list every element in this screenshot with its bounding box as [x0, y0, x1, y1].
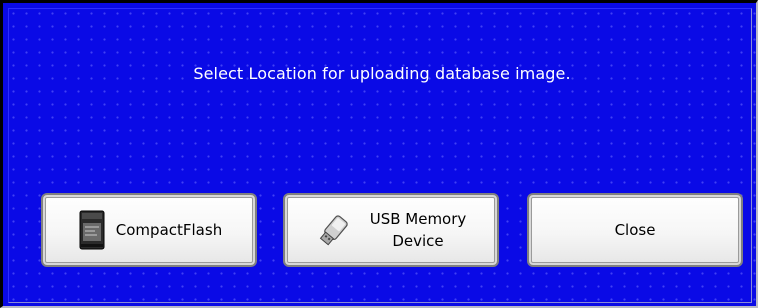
compactflash-button-label: CompactFlash — [115, 221, 223, 239]
compactflash-card-icon — [79, 210, 105, 250]
dialog-message: Select Location for uploading database i… — [193, 64, 571, 83]
usb-memory-device-button[interactable]: USB Memory Device — [283, 193, 499, 267]
compactflash-button[interactable]: CompactFlash — [41, 193, 257, 267]
close-button[interactable]: Close — [527, 193, 743, 267]
usb-drive-icon — [319, 215, 348, 246]
usb-memory-device-button-label: USB Memory Device — [369, 210, 467, 250]
close-button-label: Close — [614, 221, 656, 239]
upload-location-dialog: Select Location for uploading database i… — [0, 0, 758, 308]
